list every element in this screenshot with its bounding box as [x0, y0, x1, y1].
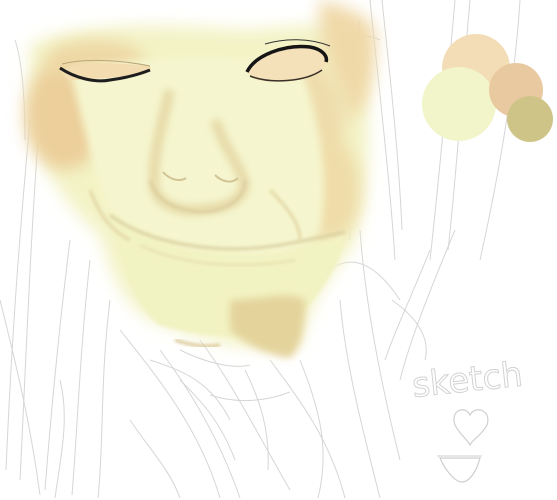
swatch-pale-green-yellow [422, 67, 496, 141]
heart-doodle [453, 409, 489, 447]
painting: sketch [0, 0, 553, 499]
color-palette [422, 34, 553, 142]
swatch-olive-khaki [507, 96, 553, 142]
sketch-word: sketch [410, 355, 524, 406]
cup-doodle [439, 457, 481, 483]
drawing-canvas[interactable]: sketch [0, 0, 557, 500]
